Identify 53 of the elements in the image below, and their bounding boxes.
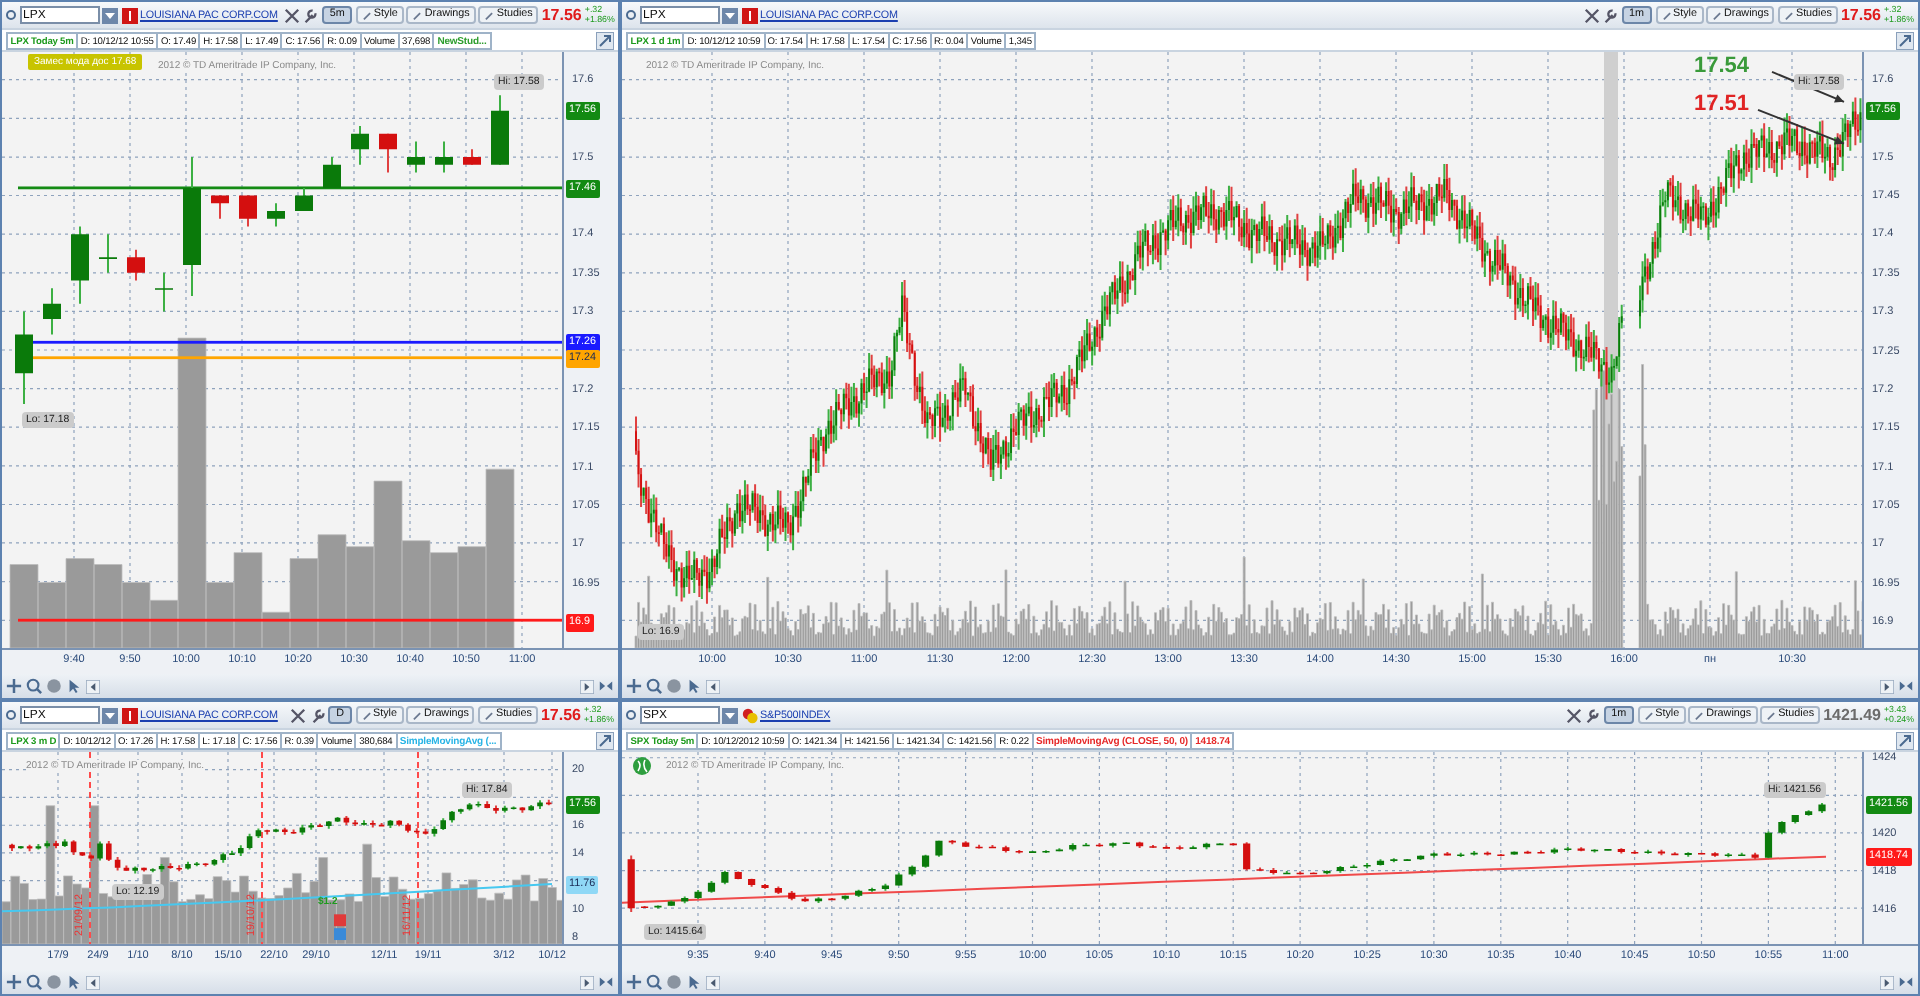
wrench-icon[interactable] bbox=[1584, 707, 1601, 723]
zoom-icon[interactable] bbox=[646, 974, 662, 990]
wrench-icon[interactable] bbox=[1602, 7, 1619, 23]
last-price: 17.56 bbox=[540, 706, 581, 724]
last-price: 17.56 bbox=[541, 6, 582, 24]
zoom-icon[interactable] bbox=[646, 678, 662, 694]
expand-icon[interactable] bbox=[596, 31, 614, 49]
link-dot-icon bbox=[626, 710, 636, 720]
zoom-icon[interactable] bbox=[26, 974, 42, 990]
expand-icon[interactable] bbox=[1896, 731, 1914, 749]
expand-icon[interactable] bbox=[596, 731, 614, 749]
last-price: 1421.49 bbox=[1823, 706, 1881, 724]
globe-icon bbox=[632, 756, 652, 776]
pan-icon[interactable] bbox=[626, 974, 642, 990]
scroll-right-button[interactable] bbox=[1880, 679, 1894, 693]
expand-icon[interactable] bbox=[1896, 31, 1914, 49]
index-icon bbox=[741, 707, 757, 723]
wrench-icon[interactable] bbox=[302, 7, 319, 23]
circle-icon[interactable] bbox=[666, 678, 682, 694]
callout-label: 17.54 bbox=[1694, 54, 1750, 78]
pan-icon[interactable] bbox=[626, 678, 642, 694]
flag-icon bbox=[121, 707, 137, 723]
scroll-left-button[interactable] bbox=[86, 975, 100, 989]
scroll-right-button[interactable] bbox=[1880, 975, 1894, 989]
wrench-icon[interactable] bbox=[309, 707, 326, 723]
callout-label: 17.51 bbox=[1694, 92, 1750, 116]
link-dot-icon bbox=[6, 710, 16, 720]
dropdown-icon[interactable] bbox=[102, 707, 118, 723]
flag-icon bbox=[121, 7, 137, 23]
last-price: 17.56 bbox=[1840, 6, 1881, 24]
cursor-icon[interactable] bbox=[66, 974, 82, 990]
scroll-left-button[interactable] bbox=[706, 975, 720, 989]
circle-icon[interactable] bbox=[46, 974, 62, 990]
scroll-left-button[interactable] bbox=[86, 679, 100, 693]
flag-icon bbox=[741, 7, 757, 23]
cursor-icon[interactable] bbox=[66, 678, 82, 694]
cursor-icon[interactable] bbox=[686, 974, 702, 990]
link-dot-icon bbox=[6, 10, 16, 20]
dropdown-icon[interactable] bbox=[102, 7, 118, 23]
pan-icon[interactable] bbox=[6, 974, 22, 990]
scroll-left-button[interactable] bbox=[706, 679, 720, 693]
dropdown-icon[interactable] bbox=[722, 707, 738, 723]
link-dot-icon bbox=[626, 10, 636, 20]
scroll-right-button[interactable] bbox=[580, 679, 594, 693]
circle-icon[interactable] bbox=[666, 974, 682, 990]
pan-icon[interactable] bbox=[6, 678, 22, 694]
scroll-right-button[interactable] bbox=[580, 975, 594, 989]
zoom-icon[interactable] bbox=[26, 678, 42, 694]
dropdown-icon[interactable] bbox=[722, 7, 738, 23]
cursor-icon[interactable] bbox=[686, 678, 702, 694]
circle-icon[interactable] bbox=[46, 678, 62, 694]
arrow bbox=[1757, 108, 1845, 145]
event-icons-drawing bbox=[334, 914, 346, 941]
